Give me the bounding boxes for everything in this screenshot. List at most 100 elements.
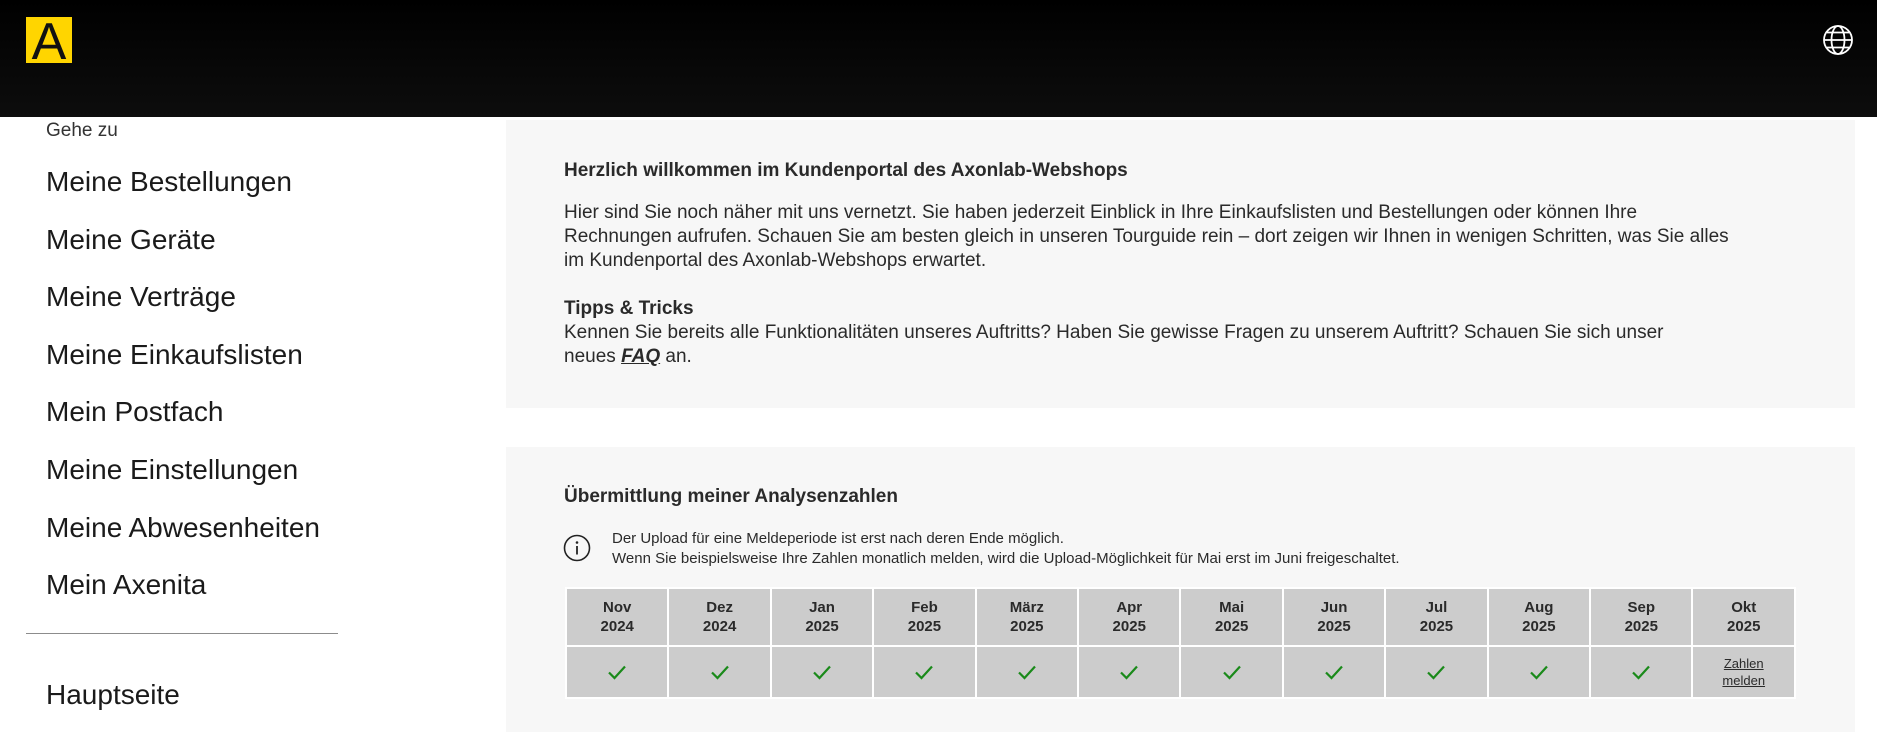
sidebar-item-axenita[interactable]: Mein Axenita [46,570,320,628]
tips-line: Kennen Sie bereits alle Funktionalitäten… [564,322,1664,343]
month-year: 2025 [907,618,942,635]
info-line: Der Upload für eine Meldeperiode ist ers… [612,530,1064,547]
month-name: Aug [1524,599,1554,616]
month-status-cell: Zahlen melden [1691,645,1796,699]
month-name: März [1009,599,1044,616]
month-name: Sep [1627,599,1656,616]
month-status-cell [1589,645,1694,699]
month-status-cell [1077,645,1182,699]
sidebar-item-vertraege[interactable]: Meine Verträge [46,282,320,340]
report-link-line: melden [1722,673,1766,688]
month-header-cell: Jan 2025 [769,587,875,647]
month-year: 2025 [1010,618,1044,635]
checkmark-icon [1222,665,1241,680]
month-header-cell: Dez 2024 [667,587,772,647]
checkmark-icon [813,665,831,680]
month-year: 2025 [1317,618,1351,635]
month-status-cell [1281,645,1387,699]
month-status-cell [769,645,875,699]
month-header-cell: Aug 2025 [1486,587,1592,647]
month-year: 2025 [805,618,839,635]
checkmark-icon [1427,665,1446,680]
report-link-line: Zahlen [1723,656,1764,671]
month-header-cell: Jul 2025 [1384,587,1489,647]
month-status-cell [974,645,1080,699]
month-status-cell [564,645,670,699]
sidebar-item-einkaufslisten[interactable]: Meine Einkaufslisten [46,339,320,398]
welcome-card: Herzlich willkommen im Kundenportal des … [506,120,1855,408]
sidebar-item-geraete[interactable]: Meine Geräte [46,224,320,283]
month-status-cell [872,645,977,699]
sidebar-nav: Meine Bestellungen Meine Geräte Meine Ve… [46,167,320,628]
globe-icon[interactable] [1822,24,1854,56]
month-name: Apr [1116,599,1143,616]
month-status-cell [1486,645,1592,699]
month-header-cell: Jun 2025 [1281,587,1387,647]
month-header-cell: Okt 2025 [1691,587,1796,647]
welcome-intro: Hier sind Sie noch näher mit uns vernetz… [564,201,1729,273]
axonlab-logo[interactable]: A [26,17,72,63]
month-name: Nov [603,599,632,616]
months-header-row: Nov 2024 Dez 2024 Jan 2025 Feb 2025 März 2025 Apr 2… [564,587,1796,647]
month-header-cell: Sep 2025 [1589,587,1694,647]
faq-link[interactable]: FAQ [621,346,660,367]
sidebar-item-bestellungen[interactable]: Meine Bestellungen [46,167,320,225]
upload-info: Der Upload für eine Meldeperiode ist ers… [612,529,1400,569]
info-icon [563,534,591,562]
tips-suffix: an. [665,346,692,367]
checkmark-icon [1530,665,1548,680]
checkmark-icon [1632,665,1651,680]
month-header-cell: März 2025 [974,587,1080,647]
intro-line: im Kundenportal des Axonlab-Webshops erw… [564,250,987,271]
month-year: 2025 [1727,618,1761,635]
checkmark-icon [915,665,934,680]
month-year: 2024 [702,618,737,635]
month-header-cell: Mai 2025 [1179,587,1284,647]
sidebar-item-postfach[interactable]: Mein Postfach [46,397,320,455]
months-status-row: Zahlen melden [564,645,1796,699]
sidebar: Gehe zu Meine Bestellungen Meine Geräte … [0,117,480,732]
tips-prefix: neues [564,346,616,367]
sidebar-item-home[interactable]: Hauptseite [46,679,180,711]
sidebar-divider [26,633,338,634]
month-name: Mai [1219,599,1245,616]
month-year: 2025 [1522,618,1556,635]
checkmark-icon [1325,665,1343,680]
info-line: Wenn Sie beispielsweise Ihre Zahlen mona… [612,550,1400,567]
month-year: 2025 [1112,618,1146,635]
month-name: Jul [1425,599,1448,616]
analysis-title: Übermittlung meiner Analysenzahlen [564,486,898,507]
intro-line: Hier sind Sie noch näher mit uns vernetz… [564,202,1638,223]
goto-label: Gehe zu [46,120,118,141]
tips-section: Tipps & Tricks Kennen Sie bereits alle F… [564,297,1663,369]
month-status-cell [1179,645,1284,699]
analysis-card: Übermittlung meiner Analysenzahlen Der U… [506,447,1855,732]
checkmark-icon [1018,665,1036,680]
month-status-cell [667,645,772,699]
report-numbers-link[interactable]: Zahlen melden [1693,655,1794,689]
month-header-cell: Apr 2025 [1077,587,1182,647]
month-name: Okt [1731,599,1757,616]
intro-line: Rechnungen aufrufen. Schauen Sie am best… [564,226,1729,247]
month-header-cell: Feb 2025 [872,587,977,647]
month-name: Jan [809,599,835,616]
top-bar: A [0,0,1877,117]
sidebar-item-abwesenheiten[interactable]: Meine Abwesenheiten [46,512,320,571]
checkmark-icon [710,665,729,680]
month-name: Jun [1320,599,1348,616]
checkmark-icon [1120,665,1139,680]
months-table: Nov 2024 Dez 2024 Jan 2025 Feb 2025 März 2025 Apr 2… [564,587,1796,699]
month-status-cell [1384,645,1489,699]
month-name: Feb [911,599,938,616]
sidebar-item-einstellungen[interactable]: Meine Einstellungen [46,455,320,513]
month-year: 2025 [1214,618,1249,635]
tips-line-faq: neues FAQ an. [564,345,1663,369]
month-year: 2024 [600,618,634,635]
welcome-title: Herzlich willkommen im Kundenportal des … [564,160,1128,181]
month-name: Dez [706,599,733,616]
month-year: 2025 [1419,618,1454,635]
tips-title: Tipps & Tricks [564,298,694,319]
month-year: 2025 [1624,618,1658,635]
month-header-cell: Nov 2024 [564,587,670,647]
logo-letter: A [31,17,67,63]
